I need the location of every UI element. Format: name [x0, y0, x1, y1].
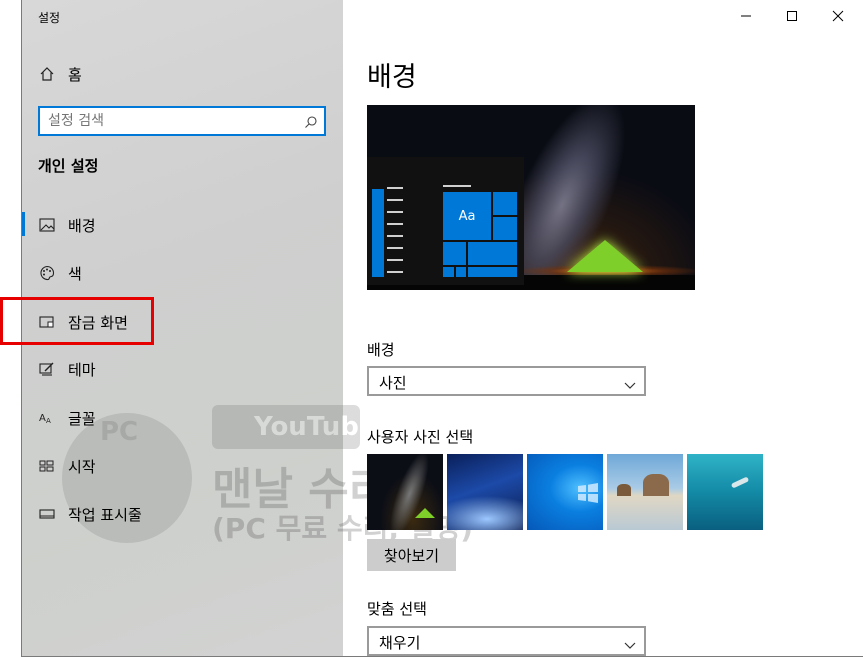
- home-icon: [38, 65, 56, 83]
- minimize-button[interactable]: [723, 0, 769, 32]
- preview-header-line: [443, 185, 471, 187]
- section-title: 개인 설정: [38, 157, 99, 175]
- thumb-rock: [643, 474, 669, 496]
- sidebar-item-background[interactable]: 배경: [38, 210, 328, 240]
- background-preview: Aa: [367, 105, 695, 290]
- preview-list-line: [387, 211, 403, 213]
- sidebar-item-label: 색: [68, 264, 82, 283]
- sidebar-item-color[interactable]: 색: [38, 258, 328, 288]
- start-icon: [38, 457, 56, 475]
- preview-tile: [493, 192, 517, 215]
- close-button[interactable]: [815, 0, 861, 32]
- app-title: 설정: [38, 11, 61, 25]
- thumb-swimmer: [730, 476, 750, 489]
- photo-thumbnail[interactable]: [367, 454, 443, 530]
- preview-list-line: [387, 199, 403, 201]
- preview-tile: [443, 242, 466, 265]
- nav-home[interactable]: 홈: [38, 60, 82, 88]
- thumb-tent: [415, 508, 435, 518]
- background-dropdown[interactable]: 사진: [367, 366, 646, 396]
- photo-thumbnail[interactable]: [447, 454, 523, 530]
- photo-thumbnail[interactable]: [687, 454, 763, 530]
- page-title: 배경: [367, 62, 417, 93]
- chevron-down-icon: [624, 636, 636, 649]
- background-dropdown-value: 사진: [379, 374, 407, 392]
- preview-list-line: [387, 187, 403, 189]
- maximize-button[interactable]: [769, 0, 815, 32]
- brush-icon: [38, 360, 56, 378]
- taskbar-icon: [38, 505, 56, 523]
- fit-dropdown[interactable]: 채우기: [367, 626, 646, 656]
- search-input[interactable]: [48, 112, 298, 130]
- close-icon: [832, 10, 844, 22]
- preview-tile: [468, 242, 517, 265]
- minimize-icon: [741, 15, 751, 17]
- preview-tile: [443, 267, 454, 277]
- thumb-glow: [447, 494, 523, 530]
- highlight-annotation: [0, 297, 154, 345]
- search-box[interactable]: [38, 106, 326, 136]
- svg-text:A: A: [39, 413, 46, 424]
- background-label: 배경: [367, 341, 395, 359]
- windows-logo-icon: [578, 483, 598, 503]
- preview-start-menu: Aa: [367, 157, 524, 285]
- palette-icon: [38, 264, 56, 282]
- sidebar-item-label: 글꼴: [68, 409, 96, 428]
- fit-label: 맞춤 선택: [367, 600, 427, 618]
- preview-tile-large: Aa: [443, 192, 491, 240]
- thumb-rock: [617, 484, 631, 496]
- preview-list-line: [387, 223, 403, 225]
- preview-list-line: [387, 247, 403, 249]
- preview-sidebar-tiles: [372, 189, 384, 277]
- active-indicator: [22, 212, 25, 236]
- preview-tile: [468, 267, 517, 277]
- sidebar-item-label: 테마: [68, 360, 96, 379]
- sidebar-item-label: 배경: [68, 216, 96, 235]
- svg-text:A: A: [46, 417, 51, 425]
- font-icon: AA: [38, 409, 56, 427]
- choose-photo-label: 사용자 사진 선택: [367, 428, 474, 446]
- thumb-milky-way: [382, 454, 437, 530]
- sidebar-item-label: 시작: [68, 457, 96, 476]
- preview-list-line: [387, 235, 403, 237]
- preview-list-line: [387, 271, 403, 273]
- photo-thumbnail[interactable]: [607, 454, 683, 530]
- preview-tile: [456, 267, 466, 277]
- photo-thumbnail[interactable]: [527, 454, 603, 530]
- preview-tile: [493, 217, 517, 240]
- preview-tent: [567, 240, 643, 272]
- nav-home-label: 홈: [68, 65, 82, 84]
- fit-dropdown-value: 채우기: [379, 634, 421, 652]
- sidebar-item-label: 작업 표시줄: [68, 505, 142, 524]
- browse-button[interactable]: 찾아보기: [367, 539, 456, 571]
- preview-list-line: [387, 259, 403, 261]
- sidebar-item-theme[interactable]: 테마: [38, 354, 328, 384]
- sidebar-item-fonts[interactable]: AA 글꼴: [38, 403, 328, 433]
- sidebar-item-start[interactable]: 시작: [38, 451, 328, 481]
- maximize-icon: [787, 11, 797, 21]
- picture-icon: [38, 216, 56, 234]
- search-icon[interactable]: [304, 114, 318, 128]
- chevron-down-icon: [624, 376, 636, 389]
- sidebar-item-taskbar[interactable]: 작업 표시줄: [38, 499, 328, 529]
